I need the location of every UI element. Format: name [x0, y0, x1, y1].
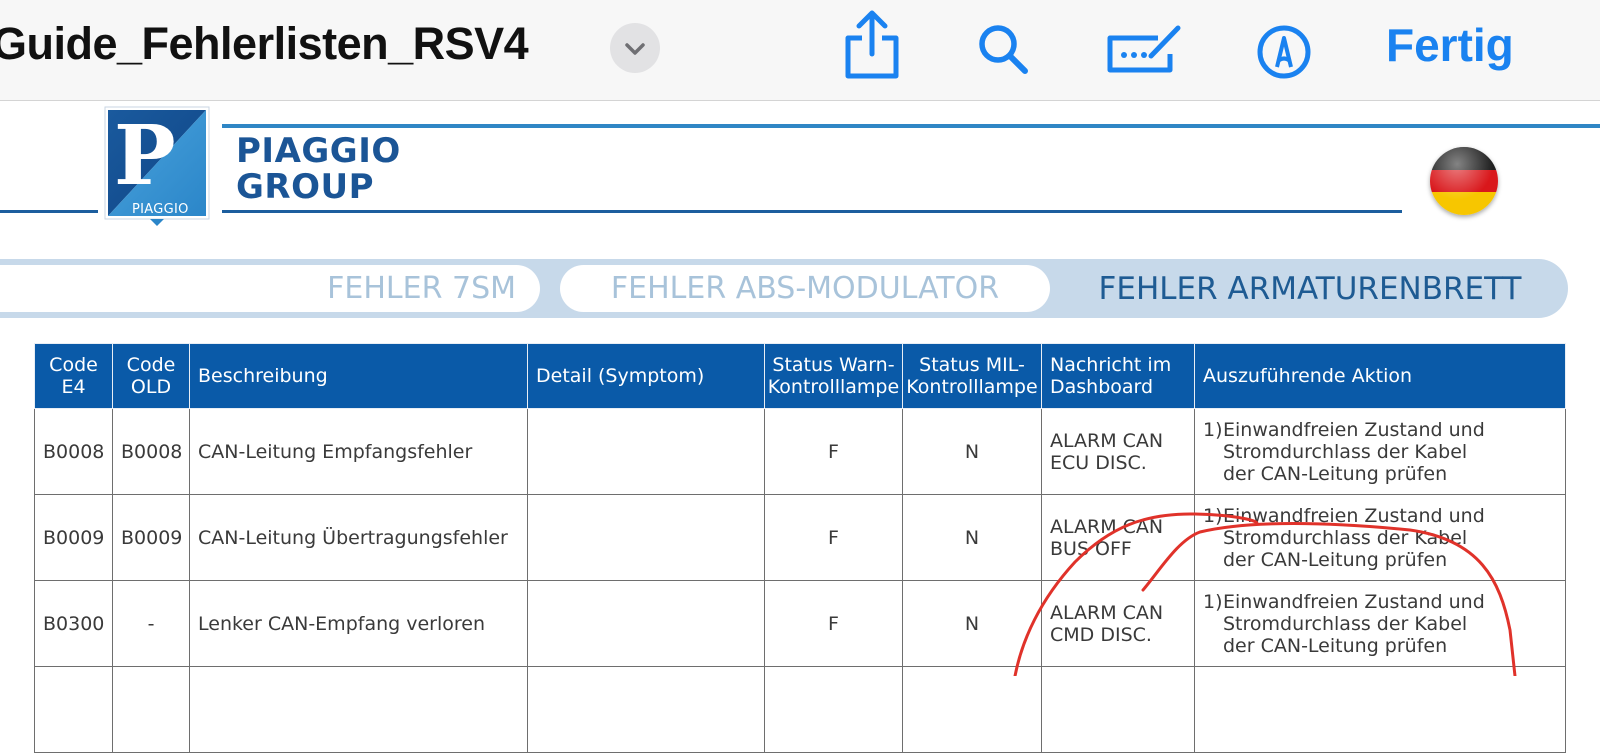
cell-nachricht: ALARM CAN ECU DISC.: [1041, 408, 1195, 495]
header-aktion: Auszuführende Aktion: [1194, 343, 1566, 409]
share-icon: [845, 10, 899, 79]
search-button[interactable]: [976, 22, 1032, 78]
cell-status-warn: F: [764, 580, 903, 667]
cell-status-warn: F: [764, 494, 903, 581]
pencil-circle-icon: [1257, 25, 1311, 79]
cell-status-mil: N: [902, 580, 1042, 667]
header-rule-bottom: [222, 210, 1402, 213]
header-rule-left: [0, 210, 98, 213]
table-header-row: Code E4 Code OLD Beschreibung Detail (Sy…: [34, 343, 1566, 409]
header-status-warn: Status Warn-Kontrolllampe: [764, 343, 903, 409]
cell-detail: [527, 580, 765, 667]
title-menu-button[interactable]: [610, 23, 660, 73]
header-code-old: Code OLD: [112, 343, 190, 409]
header-beschreibung: Beschreibung: [189, 343, 528, 409]
cell-code-old: -: [112, 580, 190, 667]
cell-code-e4: B0009: [34, 494, 113, 581]
table-row: B0009 B0009 CAN-Leitung Übertragungsfehl…: [34, 494, 1566, 581]
cell-beschreibung: Lenker CAN-Empfang verloren: [189, 580, 528, 667]
header-detail: Detail (Symptom): [527, 343, 765, 409]
brand-line-2: GROUP: [236, 167, 375, 207]
logo-badge-text: PIAGGIO: [132, 202, 189, 217]
brand-line-1: PIAGGIO: [236, 131, 401, 171]
cell-code-old: B0008: [112, 408, 190, 495]
svg-text:P: P: [114, 108, 176, 204]
done-button[interactable]: Fertig: [1386, 18, 1514, 72]
search-icon: [979, 25, 1028, 74]
cell-detail: [527, 494, 765, 581]
header-status-mil: Status MIL-Kontrolllampe: [902, 343, 1042, 409]
cell-code-e4: B0300: [34, 580, 113, 667]
action-number: 1): [1203, 504, 1223, 527]
cell-beschreibung: CAN-Leitung Übertragungsfehler: [189, 494, 528, 581]
germany-flag-icon[interactable]: [1430, 147, 1498, 215]
header-rule-top: [222, 124, 1600, 128]
table-row: B0300 - Lenker CAN-Empfang verloren F N …: [34, 580, 1566, 667]
cell-status-mil: N: [902, 408, 1042, 495]
cell-status-mil: N: [902, 494, 1042, 581]
markup-icon: [1107, 25, 1181, 73]
action-text: Einwandfreien Zustand und Stromdurchlass…: [1223, 504, 1485, 571]
action-number: 1): [1203, 418, 1223, 441]
table-row: [34, 666, 1566, 753]
action-text: Einwandfreien Zustand und Stromdurchlass…: [1223, 590, 1485, 657]
cell-aktion: 1)Einwandfreien Zustand und Stromdurchla…: [1194, 494, 1566, 581]
error-table: Code E4 Code OLD Beschreibung Detail (Sy…: [34, 343, 1566, 753]
document-title[interactable]: Guide_Fehlerlisten_RSV4: [0, 18, 529, 70]
cell-nachricht: ALARM CAN CMD DISC.: [1041, 580, 1195, 667]
chevron-down-icon: [625, 43, 645, 55]
cell-code-e4: B0008: [34, 408, 113, 495]
tab-fehler-7sm[interactable]: FEHLER 7SM: [0, 265, 540, 312]
cell-code-old: B0009: [112, 494, 190, 581]
tab-fehler-armaturenbrett[interactable]: FEHLER ARMATURENBRETT: [1050, 265, 1570, 312]
cell-nachricht: ALARM CAN BUS OFF: [1041, 494, 1195, 581]
tab-fehler-abs-modulator[interactable]: FEHLER ABS-MODULATOR: [560, 265, 1050, 312]
markup-button[interactable]: [1104, 20, 1184, 76]
table-row: B0008 B0008 CAN-Leitung Empfangsfehler F…: [34, 408, 1566, 495]
piaggio-logo: P PIAGGIO: [104, 106, 210, 226]
cell-status-warn: F: [764, 408, 903, 495]
header-nachricht: Nachricht im Dashboard: [1041, 343, 1195, 409]
pdf-toolbar: Guide_Fehlerlisten_RSV4 Fertig: [0, 0, 1600, 101]
action-number: 1): [1203, 590, 1223, 613]
cell-aktion: 1)Einwandfreien Zustand und Stromdurchla…: [1194, 580, 1566, 667]
pencil-tool-button[interactable]: [1256, 24, 1312, 80]
cell-aktion: 1)Einwandfreien Zustand und Stromdurchla…: [1194, 408, 1566, 495]
cell-detail: [527, 408, 765, 495]
action-text: Einwandfreien Zustand und Stromdurchlass…: [1223, 418, 1485, 485]
share-button[interactable]: [842, 8, 902, 80]
cell-beschreibung: CAN-Leitung Empfangsfehler: [189, 408, 528, 495]
brand-name: PIAGGIO GROUP: [236, 133, 401, 205]
header-code-e4: Code E4: [34, 343, 113, 409]
